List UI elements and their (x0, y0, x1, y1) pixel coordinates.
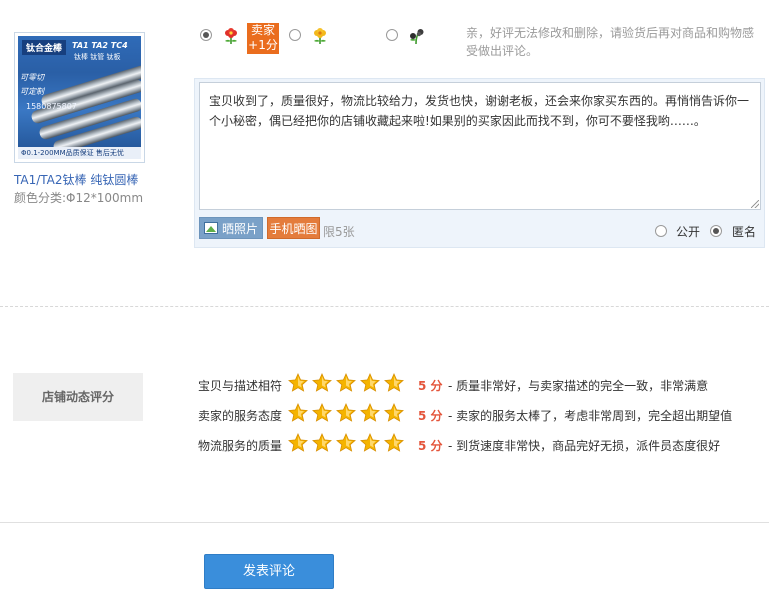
anonymous-label: 匿名 (732, 225, 757, 239)
score-label: 卖家的服务态度 (198, 409, 283, 423)
score-description: - 到货速度非常快，商品完好无损，派件员态度很好 (448, 439, 721, 453)
section-divider (0, 306, 769, 307)
star-icon[interactable] (312, 433, 332, 453)
image-tag-custom: 可定制 (20, 87, 44, 96)
product-photo: 钛合金棒 TA1 TA2 TC4 钛棒 钛管 钛板 可零切 可定制 158087… (18, 36, 141, 159)
image-brand-text: 钛合金棒 (22, 40, 67, 55)
score-row-service: 卖家的服务态度 5 分 - 卖家的服务太棒了，考虑非常周到，完全超出期望值 (198, 403, 758, 425)
upload-photo-button[interactable]: 晒照片 (199, 217, 263, 239)
score-label: 物流服务的质量 (198, 439, 283, 453)
score-row-logistics: 物流服务的质量 5 分 - 到货速度非常快，商品完好无损，派件员态度很好 (198, 433, 758, 455)
textarea-resize-handle[interactable] (751, 200, 759, 208)
wilted-flower-icon (410, 29, 424, 44)
star-icon[interactable] (384, 403, 404, 423)
score-value: 5 分 (418, 439, 443, 453)
image-subtitle-text: 钛棒 钛管 钛板 (74, 53, 121, 61)
mobile-photo-button[interactable]: 手机晒图 (267, 217, 320, 239)
photo-icon (204, 222, 218, 234)
seller-bonus-badge: 卖家 +1分 (247, 23, 279, 54)
score-description: - 卖家的服务太棒了，考虑非常周到，完全超出期望值 (448, 409, 733, 423)
star-icon[interactable] (312, 403, 332, 423)
red-flower-icon (225, 28, 237, 44)
star-icon[interactable] (336, 403, 356, 423)
photo-limit-text: 限5张 (323, 225, 355, 239)
comment-textarea[interactable] (199, 82, 761, 210)
rating-hint-text: 亲，好评无法修改和删除，请验货后再对商品和购物感受做出评论。 (466, 26, 755, 58)
star-icon[interactable] (288, 373, 308, 393)
star-icon[interactable] (360, 433, 380, 453)
star-icon[interactable] (312, 373, 332, 393)
upload-photo-label: 晒照片 (222, 222, 259, 236)
yellow-flower-icon (314, 28, 326, 44)
image-footer-text: Φ0.1-200MM品质保证 售后无忧 (18, 147, 141, 159)
product-image[interactable]: 钛合金棒 TA1 TA2 TC4 钛棒 钛管 钛板 可零切 可定制 158087… (14, 32, 145, 163)
seller-bonus-text: 卖家 +1分 (248, 23, 278, 52)
submit-review-button[interactable]: 发表评论 (204, 554, 334, 589)
star-icon[interactable] (288, 403, 308, 423)
public-label: 公开 (676, 225, 701, 239)
score-row-description: 宝贝与描述相符 5 分 - 质量非常好，与卖家描述的完全一致，非常满意 (198, 373, 758, 395)
rating-good-radio[interactable] (200, 29, 212, 41)
score-value: 5 分 (418, 379, 443, 393)
score-description: - 质量非常好，与卖家描述的完全一致，非常满意 (448, 379, 709, 393)
public-radio[interactable] (655, 225, 667, 237)
star-icon[interactable] (384, 433, 404, 453)
product-name-link[interactable]: TA1/TA2钛棒 纯钛圆棒 (14, 171, 138, 188)
star-icon[interactable] (336, 373, 356, 393)
image-tag-cut: 可零切 (20, 73, 44, 82)
score-label: 宝贝与描述相符 (198, 379, 283, 393)
score-value: 5 分 (418, 409, 443, 423)
star-icon[interactable] (336, 433, 356, 453)
footer-divider (0, 522, 769, 523)
anonymous-radio[interactable] (710, 225, 722, 237)
rating-neutral-radio[interactable] (289, 29, 301, 41)
image-grades-text: TA1 TA2 TC4 (72, 41, 128, 50)
product-spec: 颜色分类:Φ12*100mm (14, 191, 144, 205)
star-icon[interactable] (384, 373, 404, 393)
star-icon[interactable] (360, 373, 380, 393)
rating-bad-radio[interactable] (386, 29, 398, 41)
star-icon[interactable] (288, 433, 308, 453)
shop-rating-label: 店铺动态评分 (13, 373, 143, 421)
image-phone-text: 1580875807 (26, 102, 77, 111)
star-icon[interactable] (360, 403, 380, 423)
